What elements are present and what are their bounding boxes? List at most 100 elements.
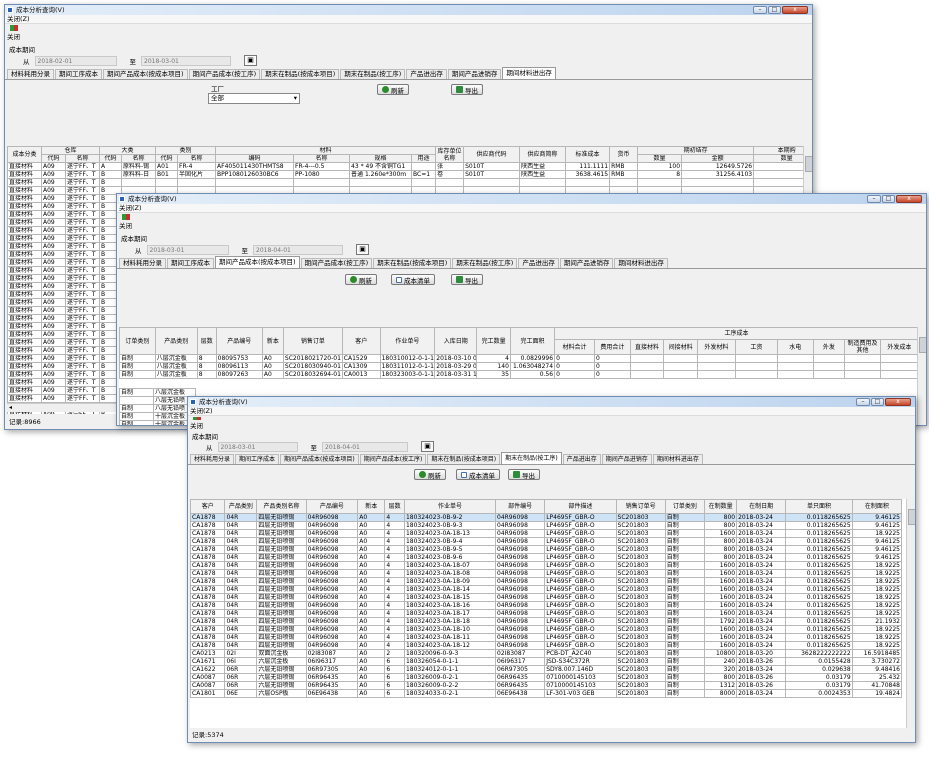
col-layers[interactable]: 层数 bbox=[196, 327, 217, 355]
column-header[interactable]: 单只面积 bbox=[785, 499, 853, 514]
tab-7[interactable]: 期间产品进销存 bbox=[559, 258, 614, 268]
tab-4[interactable]: 期末在制品(按成本项目) bbox=[373, 258, 452, 268]
table-row[interactable]: 自制 八层沉金板 8 08097263 A0 SC2018032694-01 CA0013 1… bbox=[119, 370, 920, 379]
titlebar[interactable]: 成本分析查询(V) – □ x bbox=[117, 194, 926, 204]
tab-0[interactable]: 材料耗用分录 bbox=[7, 69, 54, 79]
column-header[interactable]: 工资 bbox=[734, 339, 778, 355]
table-row[interactable]: 八层无铅喷 bbox=[119, 396, 196, 405]
column-header[interactable]: 外发成本 bbox=[879, 339, 920, 355]
table-row[interactable]: CA1878 04R 四层无铅喷锡 04R96098 A0 4 180324023-0B-9… bbox=[190, 513, 903, 522]
tab-7[interactable]: 期间产品进销存 bbox=[447, 69, 502, 79]
refresh-button[interactable]: 刷新 bbox=[414, 469, 446, 480]
table-row[interactable]: 自制 八层无铅喷 bbox=[119, 404, 196, 413]
table-row[interactable]: CA1878 04R 四层无铅喷锡 04R96098 A0 4 180324023-0A-1… bbox=[190, 577, 903, 586]
column-header[interactable]: 产品编号 bbox=[305, 499, 359, 514]
menu-close[interactable]: 关闭(Z) bbox=[188, 407, 915, 416]
table-row[interactable]: 直接材料 A09 遂宁FF、T A 原料料-锡 A01 FR-4 AF405011430THM… bbox=[7, 162, 812, 171]
maximize-button[interactable]: □ bbox=[882, 195, 895, 203]
column-header[interactable]: 数量 bbox=[637, 154, 683, 163]
menu-close[interactable]: 关闭(Z) bbox=[117, 204, 926, 213]
column-header[interactable]: 外发 bbox=[812, 339, 846, 355]
col-job-no[interactable]: 作业单号 bbox=[379, 327, 436, 355]
column-header[interactable]: 销售订单号 bbox=[615, 499, 666, 514]
tab-0[interactable]: 材料耗用分录 bbox=[119, 258, 166, 268]
calendar-button[interactable]: ▣ bbox=[421, 441, 434, 452]
col-std-cost[interactable]: 标准成本 bbox=[565, 146, 611, 163]
export-button[interactable]: 导出 bbox=[508, 469, 540, 480]
to-date-input[interactable]: 2018-04-01 bbox=[253, 244, 343, 255]
table-row[interactable]: 直接材料A09遂宁FF、TB bbox=[7, 178, 812, 187]
col-qty[interactable]: 完工数量 bbox=[476, 327, 511, 355]
calendar-button[interactable]: ▣ bbox=[244, 55, 257, 66]
column-header[interactable]: 水电 bbox=[776, 339, 814, 355]
horizontal-scrollbar[interactable]: ◂ bbox=[7, 403, 117, 412]
col-product-no[interactable]: 产品编号 bbox=[215, 327, 263, 355]
close-button[interactable]: x bbox=[782, 6, 808, 14]
tab-4[interactable]: 期末在制品(按成本项目) bbox=[261, 69, 340, 79]
col-area[interactable]: 完工面积 bbox=[509, 327, 556, 355]
tab-1[interactable]: 期间工序成本 bbox=[167, 258, 214, 268]
table-row[interactable]: CA1878 04R 四层无铅喷锡 04R96098 A0 4 180324023-0A-1… bbox=[190, 601, 903, 610]
maximize-button[interactable]: □ bbox=[768, 6, 781, 14]
column-header[interactable]: 编码 bbox=[215, 154, 295, 163]
column-header[interactable]: 层数 bbox=[384, 499, 405, 514]
column-header[interactable]: 直接材料 bbox=[629, 339, 665, 355]
column-header[interactable]: 新本 bbox=[357, 499, 386, 514]
column-header[interactable]: 名称 bbox=[121, 154, 157, 163]
column-header[interactable]: 在制数量 bbox=[704, 499, 738, 514]
refresh-button[interactable]: 刷新 bbox=[377, 84, 409, 95]
tab-5[interactable]: 期末在制品(按工序) bbox=[340, 69, 406, 79]
column-header[interactable]: 订单类别 bbox=[664, 499, 706, 514]
column-header[interactable]: 客户 bbox=[190, 499, 226, 514]
col-sales-order[interactable]: 销售订单 bbox=[282, 327, 343, 355]
table-row[interactable]: CA1878 04R 四层无铅喷锡 04R96098 A0 4 180324023-0B-9… bbox=[190, 537, 903, 546]
from-date-input[interactable]: 2018-03-01 bbox=[146, 244, 229, 255]
column-header[interactable]: 制造费用及其他 bbox=[844, 339, 881, 355]
table-row[interactable]: CA1878 04R 四层无铅喷锡 04R96098 A0 4 180324023-0A-1… bbox=[190, 561, 903, 570]
tab-0[interactable]: 材料耗用分录 bbox=[190, 454, 235, 464]
exit-tool[interactable]: 关闭 bbox=[117, 213, 926, 230]
tab-7[interactable]: 期间产品进销存 bbox=[601, 454, 652, 464]
column-header[interactable]: 部件描述 bbox=[544, 499, 617, 514]
table-row[interactable]: CA1878 04R 四层无铅喷锡 04R96098 A0 4 180324023-0A-1… bbox=[190, 609, 903, 618]
table-row[interactable]: 自制 八层沉金板 8 08096113 A0 SC2018030940-01 CA1309 1… bbox=[119, 362, 920, 371]
from-date-input[interactable]: 2018-03-01 bbox=[217, 441, 298, 452]
factory-select[interactable]: 全部 ▾ bbox=[208, 93, 300, 104]
column-header[interactable]: 名称 bbox=[64, 154, 101, 163]
col-supplier-code[interactable]: 供应商代码 bbox=[463, 146, 521, 163]
col-customer[interactable]: 客户 bbox=[341, 327, 381, 355]
column-header[interactable]: 代码 bbox=[41, 154, 66, 163]
table-row[interactable]: CA1878 04R 四层无铅喷锡 04R96098 A0 4 180324023-0A-1… bbox=[190, 617, 903, 626]
cost-list-button[interactable]: 成本清单 bbox=[456, 469, 500, 480]
column-header[interactable]: 名称 bbox=[293, 154, 351, 163]
to-date-input[interactable]: 2018-04-01 bbox=[322, 441, 408, 452]
table-row[interactable]: CA1801 06E 六层OSP板 06E96438 A0 6 180324033-0-2-… bbox=[190, 689, 903, 698]
tab-1[interactable]: 期间工序成本 bbox=[55, 69, 102, 79]
tab-6[interactable]: 产品进出存 bbox=[406, 69, 447, 79]
maximize-button[interactable]: □ bbox=[871, 398, 884, 406]
table-row[interactable]: CA1878 04R 四层无铅喷锡 04R96098 A0 4 180324023-0B-9… bbox=[190, 521, 903, 530]
col-currency[interactable]: 货币 bbox=[609, 146, 639, 163]
titlebar[interactable]: 成本分析查询(V) – □ x bbox=[5, 5, 812, 15]
table-row[interactable]: 直接材料 A09 遂宁FF、T B 原料料-日 B01 半固化片 BPP1080126030B… bbox=[7, 170, 812, 179]
export-button[interactable]: 导出 bbox=[451, 84, 483, 95]
close-button[interactable]: x bbox=[896, 195, 922, 203]
minimize-button[interactable]: – bbox=[867, 195, 881, 203]
tab-2[interactable]: 期间产品成本(按成本项目) bbox=[215, 256, 300, 268]
col-in-date[interactable]: 入库日期 bbox=[434, 327, 478, 355]
refresh-button[interactable]: 刷新 bbox=[345, 274, 377, 285]
tab-3[interactable]: 期间产品成本(按工序) bbox=[359, 454, 427, 464]
column-header[interactable]: 在制日期 bbox=[736, 499, 787, 514]
table-row[interactable]: CA1878 04R 四层无铅喷锡 04R96098 A0 4 180324023-0A-1… bbox=[190, 625, 903, 634]
column-header[interactable]: 规格 bbox=[349, 154, 413, 163]
minimize-button[interactable]: – bbox=[753, 6, 767, 14]
column-header[interactable]: 间接材料 bbox=[663, 339, 698, 355]
table-row[interactable]: CA1878 04R 四层无铅喷锡 04R96098 A0 4 180324023-0A-1… bbox=[190, 593, 903, 602]
column-header[interactable]: 金额 bbox=[681, 154, 755, 163]
table-row[interactable]: CA0213 02I 双面沉金板 02I83087 A0 2 180320096-0-9-3… bbox=[190, 649, 903, 658]
calendar-button[interactable]: ▣ bbox=[356, 244, 369, 255]
col-unit[interactable]: 库存单位名称 bbox=[435, 146, 465, 163]
tab-8[interactable]: 期间材料进出存 bbox=[614, 258, 668, 268]
menu-close[interactable]: 关闭(Z) bbox=[5, 15, 812, 24]
col-cost-category[interactable]: 成本分类 bbox=[7, 146, 42, 163]
